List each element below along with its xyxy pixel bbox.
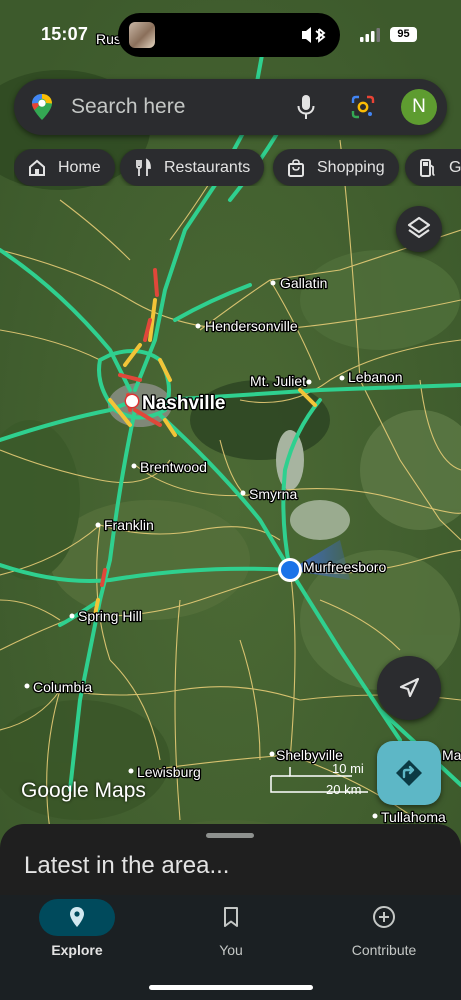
place-label-murfreesboro[interactable]: Murfreesboro [302, 558, 388, 577]
cellular-signal-icon [360, 28, 380, 42]
chip-gas[interactable]: Ga [405, 149, 461, 186]
place-label-manchester[interactable]: Man [441, 746, 461, 765]
chip-label: Shopping [317, 159, 385, 176]
google-maps-pin-icon [32, 94, 52, 120]
place-label-franklin[interactable]: Franklin [103, 516, 155, 535]
place-label-columbia[interactable]: Columbia [32, 678, 94, 697]
battery-indicator: 95 [390, 27, 417, 42]
shopping-bag-icon [288, 159, 304, 177]
nav-label: Contribute [351, 942, 417, 958]
sheet-title: Latest in the area... [24, 852, 230, 879]
nav-contribute[interactable]: Contribute [307, 895, 461, 975]
place-label-lewisburg[interactable]: Lewisburg [136, 763, 202, 782]
directions-button[interactable] [377, 741, 441, 805]
search-bar[interactable]: Search here N [14, 79, 447, 135]
directions-icon [396, 760, 422, 786]
place-label-tullahoma[interactable]: Tullahoma [380, 808, 448, 827]
bluetooth-icon [300, 25, 328, 50]
sheet-drag-handle[interactable] [206, 833, 254, 838]
place-label-brentwood[interactable]: Brentwood [139, 458, 209, 477]
google-lens-icon[interactable] [350, 94, 376, 120]
nav-label: Explore [51, 942, 103, 958]
chip-shopping[interactable]: Shopping [273, 149, 399, 186]
search-input[interactable]: Search here [71, 95, 185, 119]
add-circle-icon [373, 906, 395, 928]
chip-home[interactable]: Home [14, 149, 115, 186]
place-label-smyrna[interactable]: Smyrna [248, 485, 299, 504]
account-avatar[interactable]: N [401, 89, 437, 125]
place-label-lebanon[interactable]: Lebanon [347, 368, 404, 387]
map-scale: 10 mi 20 km [268, 760, 368, 800]
explore-pin-icon [70, 907, 84, 927]
layers-button[interactable] [396, 206, 442, 252]
home-icon [29, 159, 45, 176]
dynamic-island[interactable] [118, 13, 340, 57]
fork-knife-icon [136, 158, 151, 176]
place-label-hendersonville[interactable]: Hendersonville [204, 317, 299, 336]
place-label-nashville[interactable]: Nashville [141, 392, 227, 416]
microphone-icon[interactable] [296, 94, 316, 120]
bookmark-icon [224, 907, 238, 927]
scale-miles: 10 mi [332, 761, 364, 776]
navigation-arrow-icon [399, 677, 420, 698]
chip-label: Home [58, 159, 101, 176]
category-chips: Home Restaurants Shopping Ga [14, 149, 461, 186]
nav-explore[interactable]: Explore [0, 895, 154, 975]
chip-label: Ga [449, 159, 461, 176]
google-maps-attribution: Google Maps [21, 779, 146, 802]
now-playing-thumbnail[interactable] [129, 22, 155, 48]
place-label-spring-hill[interactable]: Spring Hill [77, 607, 143, 626]
nav-you[interactable]: You [154, 895, 308, 975]
gas-pump-icon [420, 159, 435, 177]
place-label-mt-juliet[interactable]: Mt. Juliet [249, 372, 308, 391]
layers-icon [407, 216, 431, 239]
place-label-gallatin[interactable]: Gallatin [279, 274, 329, 293]
home-indicator[interactable] [149, 985, 313, 990]
nav-label: You [219, 942, 243, 958]
scale-km: 20 km [326, 782, 362, 797]
chip-label: Restaurants [164, 159, 251, 176]
chip-restaurants[interactable]: Restaurants [120, 149, 265, 186]
my-location-button[interactable] [377, 656, 441, 720]
status-time: 15:07 [41, 24, 89, 44]
my-location-dot [281, 561, 299, 579]
